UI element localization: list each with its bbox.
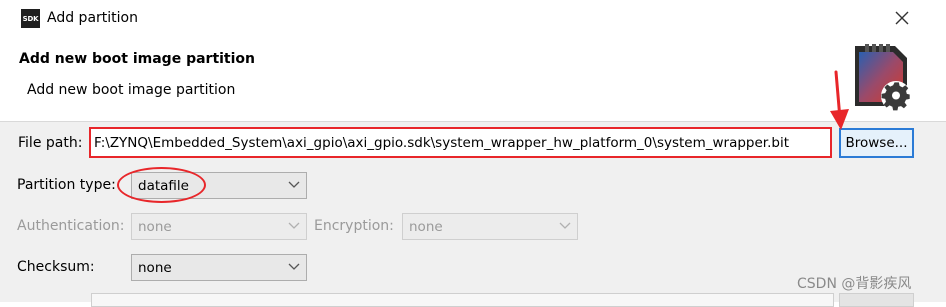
next-field-input[interactable] (91, 293, 834, 307)
chevron-down-icon (288, 222, 300, 229)
authentication-label: Authentication: (17, 218, 125, 234)
close-button[interactable] (887, 3, 917, 33)
file-path-input[interactable]: F:\ZYNQ\Embedded_System\axi_gpio\axi_gpi… (89, 127, 832, 158)
partition-type-select[interactable]: datafile (131, 172, 307, 199)
next-field-button[interactable] (839, 293, 914, 307)
encryption-select: none (402, 213, 578, 240)
close-icon (895, 11, 909, 25)
checksum-select[interactable]: none (131, 254, 307, 281)
sdk-app-icon: SDK (21, 9, 40, 28)
chevron-down-icon (288, 263, 300, 270)
partition-type-label: Partition type: (17, 177, 116, 193)
partition-type-value: datafile (138, 177, 189, 194)
chevron-down-icon (288, 181, 300, 188)
authentication-select: none (131, 213, 307, 240)
encryption-value: none (409, 218, 443, 235)
window-title: Add partition (47, 10, 138, 26)
title-bar: SDK Add partition (0, 0, 946, 38)
encryption-label: Encryption: (314, 218, 394, 234)
checksum-label: Checksum: (17, 259, 95, 275)
header-description: Add new boot image partition (27, 82, 236, 98)
chevron-down-icon (559, 222, 571, 229)
checksum-value: none (138, 259, 172, 276)
sd-card-gear-icon (855, 44, 911, 111)
annotation-arrow-icon (830, 70, 849, 130)
header-title: Add new boot image partition (19, 51, 256, 67)
authentication-value: none (138, 218, 172, 235)
watermark: CSDN @背影疾风 (797, 276, 912, 292)
file-path-label: File path: (18, 135, 83, 151)
